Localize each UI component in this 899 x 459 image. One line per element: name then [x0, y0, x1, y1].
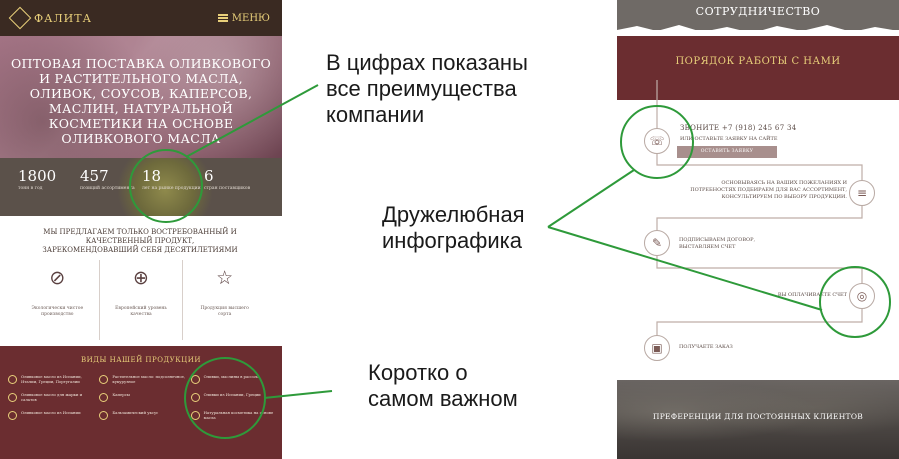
- document-icon: ≡: [849, 180, 875, 206]
- products-title: ВИДЫ НАШЕЙ ПРОДУКЦИИ: [81, 356, 201, 364]
- product-item[interactable]: Растительное масло: подсолнечное, кукуру…: [99, 374, 186, 384]
- product-text: Оливки, маслины в рассоле: [203, 374, 260, 379]
- menu-button[interactable]: МЕНЮ: [217, 12, 270, 24]
- stats-bar: 1800 тонн в год 457 позиций ассортимента…: [0, 158, 282, 216]
- menu-label: МЕНЮ: [231, 12, 270, 24]
- product-item[interactable]: Оливковое масло для жарки и салатов: [8, 392, 95, 402]
- order-button[interactable]: ОСТАВИТЬ ЗАЯВКУ: [677, 146, 777, 158]
- coins-icon: ◎: [849, 283, 875, 309]
- phone-subtext: ИЛИ ОСТАВЬТЕ ЗАЯВКУ НА САЙТЕ: [680, 136, 778, 142]
- preferences-section: ПРЕФЕРЕНЦИИ ДЛЯ ПОСТОЯННЫХ КЛИЕНТОВ: [617, 380, 899, 459]
- stat-value: 1800: [18, 167, 57, 185]
- stat-item: 457 позиций ассортимента: [80, 168, 142, 216]
- stat-item: 6 стран поставщиков: [204, 168, 266, 216]
- globe-icon: ⊕: [133, 267, 149, 289]
- olive-icon: [99, 375, 109, 384]
- stat-value: 457: [80, 167, 109, 185]
- product-text: Оливковое масло из Испании: [21, 410, 81, 415]
- right-site-screenshot: СОТРУДНИЧЕСТВО ПОРЯДОК РАБОТЫ С НАМИ ☏ З…: [617, 0, 899, 459]
- step-text: ВЫ ОПЛАЧИВАЕТЕ СЧЕТ: [777, 292, 847, 298]
- product-text: Бальзамический уксус: [112, 410, 159, 415]
- preferences-title: ПРЕФЕРЕНЦИИ ДЛЯ ПОСТОЯННЫХ КЛИЕНТОВ: [652, 412, 864, 421]
- product-item[interactable]: Оливки из Испании, Греции: [190, 392, 278, 402]
- stat-caption: стран поставщиков: [204, 186, 251, 191]
- feature-text: Продукция высшего сорта: [200, 306, 249, 317]
- product-text: Натуральная косметика на основе масла: [203, 410, 274, 420]
- logo-icon: [8, 6, 32, 30]
- step-text: ПОЛУЧАЕТЕ ЗАКАЗ: [679, 344, 733, 350]
- site-header: ФАЛИТА МЕНЮ: [0, 0, 282, 36]
- product-text: Оливковое масло из Испании, Италии, Грец…: [21, 374, 82, 384]
- feature-item: ☆ Продукция высшего сорта: [183, 260, 266, 340]
- stat-value: 6: [204, 167, 214, 185]
- product-item[interactable]: Оливковое масло из Испании: [8, 410, 95, 420]
- product-item[interactable]: Оливки, маслины в рассоле: [190, 374, 278, 384]
- contract-icon: ✎: [644, 230, 670, 256]
- feature-item: ⊕ Европейский уровень качества: [100, 260, 184, 340]
- star-icon: ☆: [216, 267, 234, 289]
- product-text: Оливки из Испании, Греции: [203, 392, 261, 397]
- offer-section: МЫ ПРЕДЛАГАЕМ ТОЛЬКО ВОСТРЕБОВАННЫЙ И КА…: [0, 216, 282, 346]
- olive-icon: [8, 411, 17, 420]
- olive-icon: [99, 411, 109, 420]
- product-item[interactable]: Бальзамический уксус: [99, 410, 186, 420]
- stat-caption: позиций ассортимента: [80, 186, 135, 191]
- site-logo[interactable]: ФАЛИТА: [8, 6, 92, 30]
- products-grid: Оливковое масло из Испании, Италии, Грец…: [8, 374, 278, 420]
- feature-text: Экологически чистое производство: [31, 306, 84, 317]
- phone-icon: ☏: [644, 128, 670, 154]
- olive-icon: ⊘: [49, 267, 66, 289]
- product-item[interactable]: Каперсы: [99, 392, 186, 402]
- stat-value: 18: [142, 167, 162, 185]
- hero-banner: ОПТОВАЯ ПОСТАВКА ОЛИВКОВОГО И РАСТИТЕЛЬН…: [0, 36, 282, 158]
- box-icon: ▣: [644, 335, 670, 361]
- olive-icon: [190, 411, 200, 420]
- olive-icon: [99, 393, 109, 402]
- olive-icon: [8, 375, 17, 384]
- stat-caption: лет на рынке продукции: [142, 186, 201, 191]
- product-text: Оливковое масло для жарки и салатов: [21, 392, 83, 402]
- step-text: ОСНОВЫВАЯСЬ НА ВАШИХ ПОЖЕЛАНИЯХ И ПОТРЕБ…: [690, 180, 847, 200]
- stat-item: 18 лет на рынке продукции: [142, 168, 204, 216]
- phone-number[interactable]: ЗВОНИТЕ +7 (918) 245 67 34: [680, 124, 796, 132]
- logo-text: ФАЛИТА: [34, 11, 92, 25]
- step-text: ПОДПИСЫВАЕМ ДОГОВОР, ВЫСТАВЛЯЕМ СЧЕТ: [679, 237, 756, 250]
- stat-caption: тонн в год: [18, 186, 43, 191]
- feature-item: ⊘ Экологически чистое производство: [16, 260, 100, 340]
- products-section: ВИДЫ НАШЕЙ ПРОДУКЦИИ Оливковое масло из …: [0, 346, 282, 459]
- callout-brief: Коротко о самом важном: [368, 360, 518, 411]
- hero-title: ОПТОВАЯ ПОСТАВКА ОЛИВКОВОГО И РАСТИТЕЛЬН…: [10, 56, 272, 146]
- feature-text: Европейский уровень качества: [115, 306, 167, 317]
- features-row: ⊘ Экологически чистое производство ⊕ Евр…: [16, 260, 266, 340]
- callout-infographic: Дружелюбная инфографика: [382, 202, 525, 253]
- product-item[interactable]: Натуральная косметика на основе масла: [190, 410, 278, 420]
- stat-item: 1800 тонн в год: [18, 168, 80, 216]
- callout-numbers: В цифрах показаны все преимущества компа…: [326, 50, 528, 127]
- offer-text: МЫ ПРЕДЛАГАЕМ ТОЛЬКО ВОСТРЕБОВАННЫЙ И КА…: [42, 228, 238, 254]
- product-item[interactable]: Оливковое масло из Испании, Италии, Грец…: [8, 374, 95, 384]
- product-text: Растительное масло: подсолнечное, кукуру…: [112, 374, 186, 384]
- left-site-screenshot: ФАЛИТА МЕНЮ ОПТОВАЯ ПОСТАВКА ОЛИВКОВОГО …: [0, 0, 282, 459]
- product-text: Каперсы: [112, 392, 130, 397]
- hamburger-icon: [217, 14, 228, 22]
- olive-icon: [190, 393, 200, 402]
- olive-icon: [8, 393, 17, 402]
- olive-icon: [190, 375, 200, 384]
